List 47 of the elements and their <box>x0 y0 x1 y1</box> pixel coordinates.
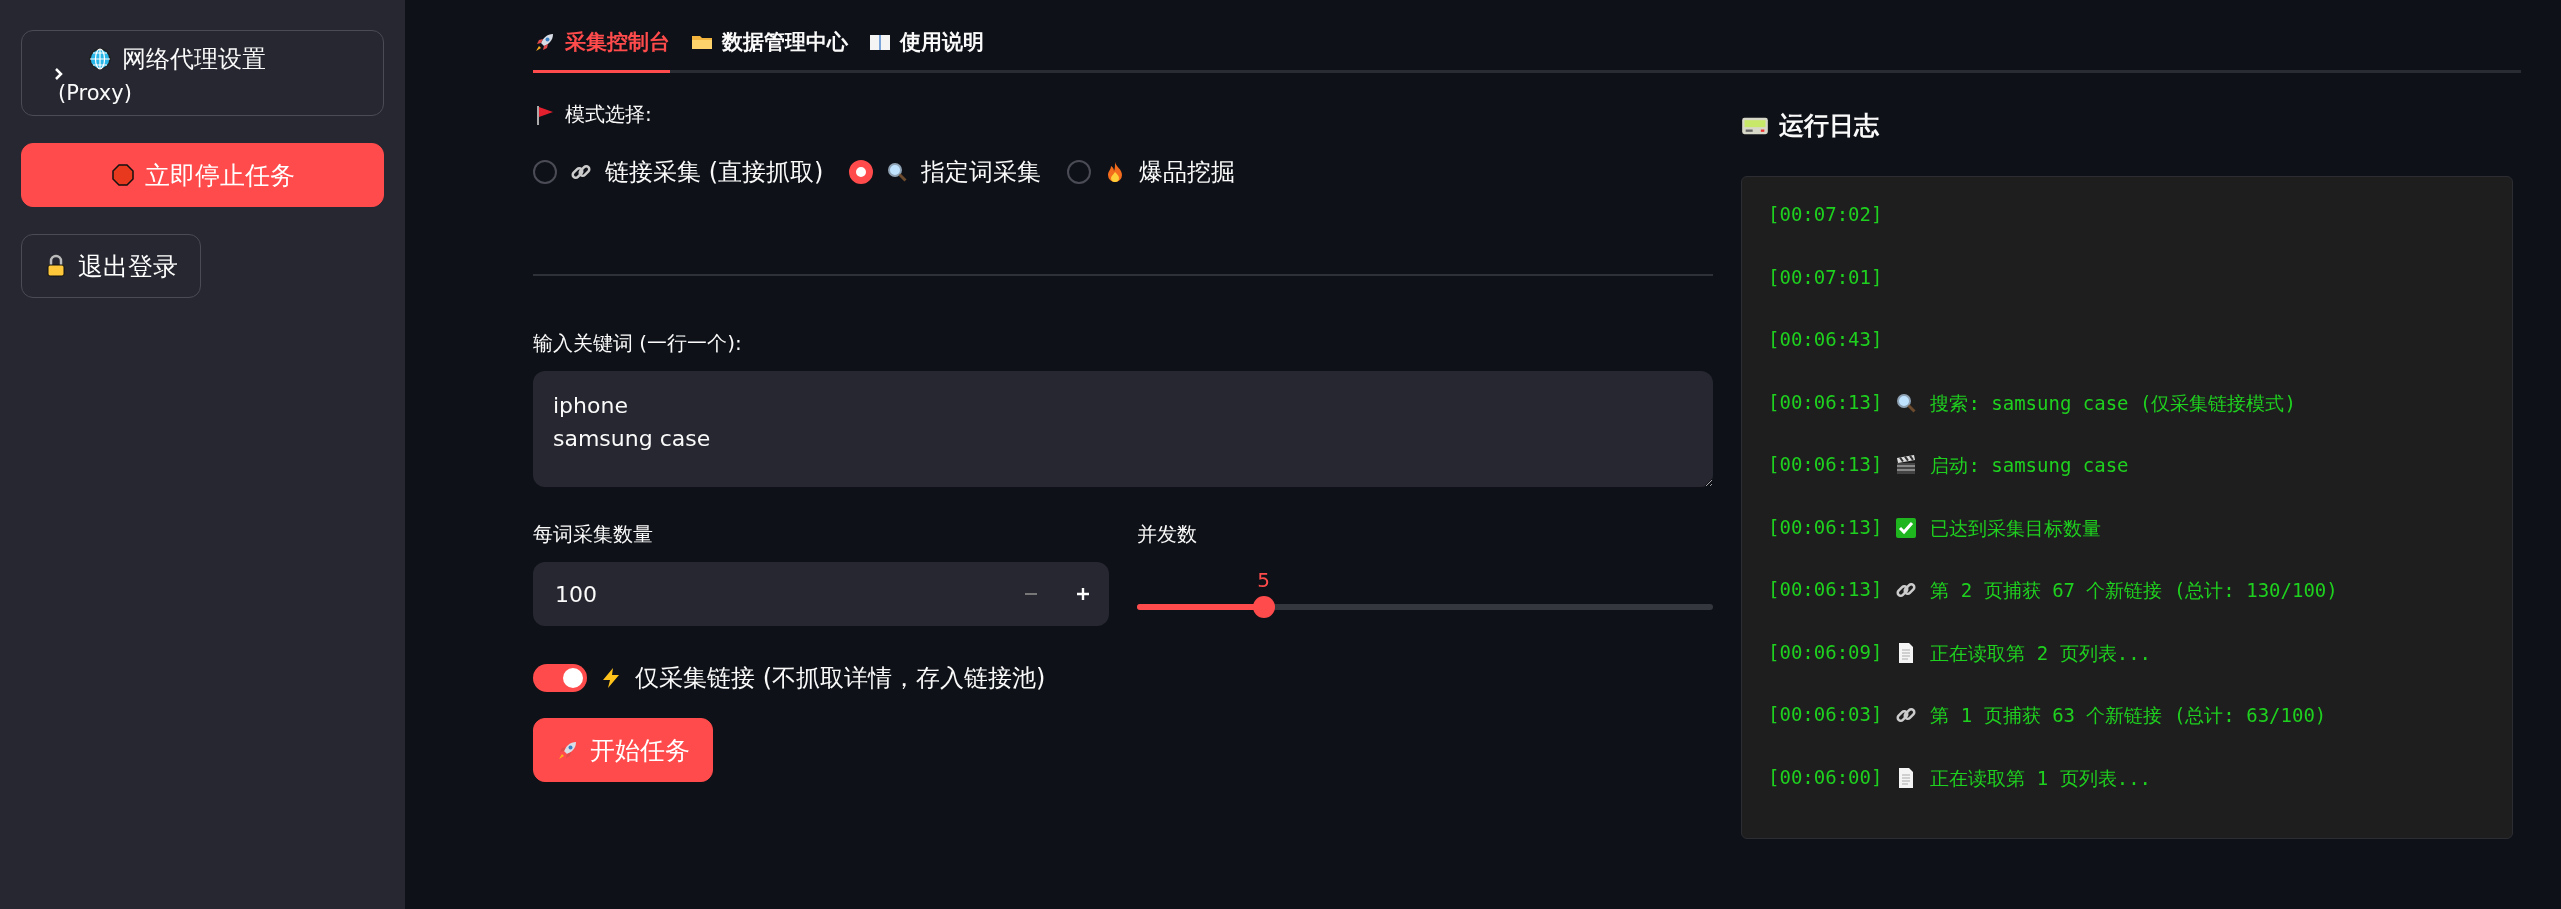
keywords-label: 输入关键词 (一行一个): <box>533 330 743 357</box>
plus-icon <box>1076 587 1090 601</box>
number-input[interactable]: 100 <box>533 562 1109 626</box>
log-time: [00:06:13] <box>1768 578 1883 600</box>
slider-value: 5 <box>1257 568 1271 592</box>
log-time: [00:06:43] <box>1768 328 1883 350</box>
log-message: 第 1 页捕获 63 个新链接 (总计: 63/100) <box>1930 703 2327 728</box>
log-time: [00:06:09] <box>1768 640 1883 663</box>
logout-button[interactable]: 退出登录 <box>21 234 201 298</box>
log-message: 搜索: samsung case (仅采集链接模式) <box>1930 390 2296 416</box>
log-title: 运行日志 <box>1779 110 1879 142</box>
log-message: 正在读取第 1 页列表... <box>1930 765 2152 791</box>
lock-icon <box>44 254 68 278</box>
tab[interactable]: 数据管理中心 <box>690 20 848 73</box>
radio-button[interactable] <box>849 160 874 184</box>
log-time: [00:06:13] <box>1768 453 1883 475</box>
log-message: 启动: samsung case <box>1930 453 2129 478</box>
toggle-label: 仅采集链接 (不抓取详情，存入链接池) <box>635 663 1046 694</box>
tab[interactable]: 采集控制台 <box>533 20 670 73</box>
radio-label[interactable]: 链接采集 (直接抓取) <box>605 156 824 188</box>
log-time: [00:06:13] <box>1768 515 1883 538</box>
count-field[interactable]: 100 <box>553 580 1005 608</box>
radio-label[interactable]: 爆品挖掘 <box>1139 156 1236 188</box>
log-time: [00:06:03] <box>1768 703 1883 725</box>
radio-label[interactable]: 指定词采集 <box>921 156 1042 188</box>
slider-thumb[interactable] <box>1252 596 1275 618</box>
log-message: 已达到采集目标数量 <box>1930 515 2102 541</box>
expander-title: 网络代理设置 <box>122 44 266 75</box>
radio-button[interactable] <box>533 160 557 184</box>
keywords-field[interactable]: iphone samsung case <box>533 371 1713 487</box>
proxy-expander[interactable]: 网络代理设置 (Proxy) <box>21 30 384 116</box>
toggle-switch[interactable] <box>533 664 587 692</box>
tab[interactable]: 使用说明 <box>868 20 984 73</box>
check-icon <box>1894 515 1919 540</box>
log-message: 正在读取第 2 页列表... <box>1930 640 2152 666</box>
mode-label: 模式选择: <box>565 101 652 128</box>
expander-subtitle: (Proxy) <box>58 81 133 105</box>
count-label: 每词采集数量 <box>533 521 654 548</box>
log-message: 第 2 页捕获 67 个新链接 (总计: 130/100) <box>1930 578 2338 603</box>
log-time: [00:07:01] <box>1768 265 1883 288</box>
globe-icon <box>88 47 112 71</box>
concurrency-label: 并发数 <box>1137 521 1198 548</box>
stop-sign-icon <box>110 163 135 187</box>
radio-button[interactable] <box>1067 160 1092 184</box>
log-time: [00:06:13] <box>1768 390 1883 413</box>
log-time: [00:06:00] <box>1768 765 1883 788</box>
log-time: [00:07:02] <box>1768 203 1883 225</box>
